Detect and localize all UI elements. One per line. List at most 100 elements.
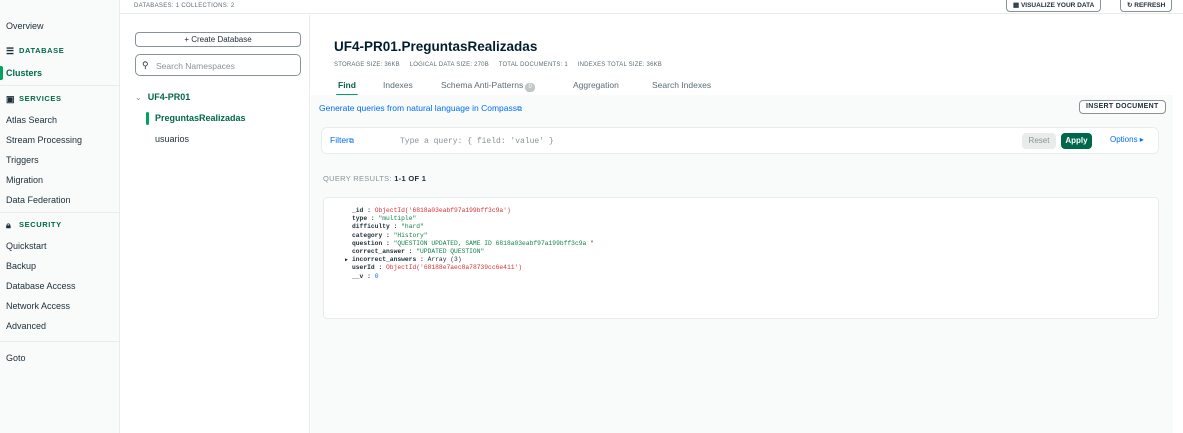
field-separator: : — [374, 264, 387, 272]
field-value: "hard" — [401, 223, 424, 231]
document-field[interactable]: ▶ incorrect_answers : Array (3) — [345, 256, 594, 264]
field-key: category — [352, 231, 383, 239]
document-field[interactable]: userId : ObjectId('68188e7aec8a78739cc6e… — [352, 264, 594, 272]
database-icon: ☰ — [6, 46, 15, 56]
database-collection-counts: DATABASES: 1 COLLECTIONS: 2 — [134, 3, 235, 9]
nav-section-database-label: DATABASE — [19, 46, 65, 55]
document-fields: _id : ObjectId('6818a03eabf97a199bff3c9a… — [345, 207, 594, 281]
total-documents: TOTAL DOCUMENTS: 1 — [498, 62, 568, 68]
tab-schema-anti-patterns[interactable]: Schema Anti-Patterns 0 — [441, 80, 536, 92]
nav-migration[interactable]: Migration — [0, 171, 120, 189]
field-key: difficulty — [352, 223, 390, 231]
field-separator: : — [367, 215, 379, 223]
nav-section-services: ▣ SERVICES — [6, 92, 62, 106]
collection-stats: STORAGE SIZE: 36KB LOGICAL DATA SIZE: 27… — [334, 62, 670, 68]
field-key: userId — [352, 264, 375, 272]
expand-caret-icon[interactable]: ▶ — [345, 256, 348, 264]
reset-button[interactable]: Reset — [1022, 133, 1056, 149]
field-value: 0 — [374, 272, 379, 280]
nav-goto[interactable]: Goto — [0, 349, 120, 367]
tab-schema-anti-patterns-label: Schema Anti-Patterns — [441, 80, 524, 90]
generate-queries-label: Generate queries from natural language i… — [319, 103, 517, 113]
nav-quickstart[interactable]: Quickstart — [0, 237, 120, 255]
options-button[interactable]: Options ▸ — [1110, 135, 1144, 144]
filter-input[interactable] — [400, 134, 960, 148]
nav-divider — [0, 341, 120, 342]
chart-icon: ▦ — [1013, 2, 1021, 9]
document-field[interactable]: difficulty : "hard" — [352, 223, 594, 231]
field-key: type — [352, 215, 368, 223]
visualize-data-button[interactable]: ▦ VISUALIZE YOUR DATA — [1006, 0, 1102, 12]
query-results-range: 1-1 OF 1 — [394, 174, 427, 183]
tab-find[interactable]: Find — [336, 80, 358, 96]
create-database-button[interactable]: + Create Database — [135, 32, 301, 47]
field-separator: : — [363, 207, 375, 214]
collection-tabs: Find Indexes Schema Anti-Patterns 0 Aggre… — [311, 75, 1183, 96]
nav-section-security: 🔒︎ SECURITY — [6, 218, 62, 232]
main-panel: UF4-PR01.PreguntasRealizadas STORAGE SIZ… — [311, 15, 1183, 433]
nav-divider — [0, 212, 120, 213]
nav-section-database: ☰ DATABASE — [6, 44, 64, 58]
document-card[interactable]: _id : ObjectId('6818a03eabf97a199bff3c9a… — [323, 197, 1159, 319]
nav-database-access[interactable]: Database Access — [0, 277, 120, 295]
field-value: Array (3) — [427, 256, 462, 264]
nav-section-security-label: SECURITY — [19, 220, 62, 229]
collection-item-active[interactable]: PreguntasRealizadas — [146, 107, 301, 129]
tab-indexes[interactable]: Indexes — [383, 80, 413, 90]
search-icon: ⚲ — [142, 60, 149, 70]
field-key: correct_answer — [352, 247, 405, 255]
field-value: ObjectId('68188e7aec8a78739cc6e411') — [386, 264, 523, 272]
nav-section-services-label: SERVICES — [19, 94, 62, 103]
field-key: _id — [352, 207, 364, 214]
field-separator: : — [389, 223, 402, 231]
nav-advanced[interactable]: Advanced — [0, 317, 120, 335]
document-field[interactable]: _id : ObjectId('6818a03eabf97a199bff3c9a… — [352, 207, 594, 215]
field-key: __v — [352, 272, 364, 280]
nav-overview[interactable]: Overview — [0, 17, 120, 35]
document-field[interactable]: correct_answer : "UPDATED QUESTION" — [352, 248, 594, 256]
document-field[interactable]: question : "QUESTION UPDATED, SAME ID 68… — [352, 240, 594, 248]
filter-bar: Filter⧉ Reset Apply Options ▸ — [321, 127, 1159, 154]
tab-search-indexes[interactable]: Search Indexes — [652, 80, 711, 90]
insert-document-button[interactable]: INSERT DOCUMENT — [1079, 100, 1166, 114]
nav-data-federation[interactable]: Data Federation — [0, 191, 120, 209]
lock-icon: 🔒︎ — [6, 220, 12, 230]
document-field[interactable]: category : "History" — [352, 232, 594, 240]
document-field[interactable]: type : "multiple" — [352, 215, 594, 223]
refresh-button[interactable]: ↻ REFRESH — [1120, 0, 1173, 12]
chevron-down-icon[interactable]: ⌄ — [135, 91, 142, 105]
field-separator: : — [382, 231, 394, 239]
field-separator: : — [382, 239, 394, 247]
field-value: "History" — [393, 231, 428, 239]
namespace-search-input[interactable] — [156, 59, 296, 72]
logical-data-size: LOGICAL DATA SIZE: 270B — [409, 62, 489, 68]
field-separator: : — [416, 256, 428, 264]
nav-network-access[interactable]: Network Access — [0, 297, 120, 315]
nav-triggers[interactable]: Triggers — [0, 151, 120, 169]
field-value: "UPDATED QUESTION" — [416, 247, 485, 255]
external-link-icon: ⧉ — [516, 106, 522, 113]
nav-atlas-search[interactable]: Atlas Search — [0, 111, 120, 129]
database-row[interactable]: ⌄ UF4-PR01 — [135, 90, 190, 104]
query-results-count: QUERY RESULTS: 1-1 OF 1 — [323, 174, 426, 183]
field-separator: : — [363, 272, 375, 280]
left-nav: Overview ☰ DATABASE Clusters ▣ SERVICES At… — [0, 0, 120, 433]
apply-button[interactable]: Apply — [1061, 133, 1092, 149]
refresh-label: REFRESH — [1134, 2, 1166, 9]
nav-stream-processing[interactable]: Stream Processing — [0, 131, 120, 149]
page-title: UF4-PR01.PreguntasRealizadas — [334, 39, 538, 54]
document-field[interactable]: __v : 0 — [352, 273, 594, 281]
find-content: Generate queries from natural language i… — [311, 95, 1173, 433]
field-value: "QUESTION UPDATED, SAME ID 6818a03eabf97… — [393, 239, 594, 247]
indexes-total-size: INDEXES TOTAL SIZE: 36KB — [577, 62, 663, 68]
nav-clusters[interactable]: Clusters — [0, 64, 120, 82]
filter-link[interactable]: Filter⧉ — [330, 135, 354, 146]
field-key: incorrect_answers — [352, 256, 417, 264]
tab-aggregation[interactable]: Aggregation — [573, 80, 619, 90]
generate-queries-link[interactable]: Generate queries from natural language i… — [319, 103, 522, 114]
namespace-search-box[interactable]: ⚲ — [135, 54, 301, 76]
collection-item[interactable]: usuarios — [155, 134, 189, 144]
services-icon: ▣ — [6, 94, 16, 104]
count-badge: 0 — [525, 83, 536, 92]
nav-backup[interactable]: Backup — [0, 257, 120, 275]
